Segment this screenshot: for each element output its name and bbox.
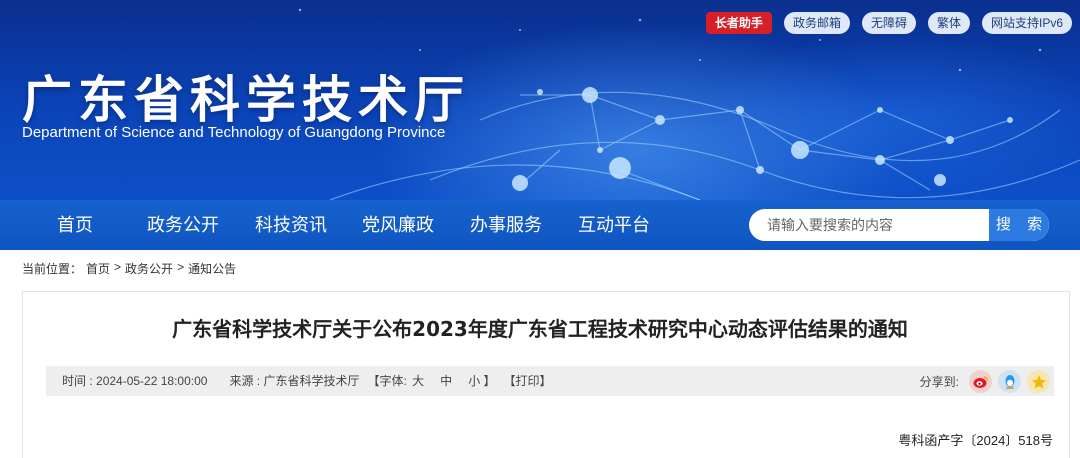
article-meta-bar: 时间 : 2024-05-22 18:00:00 来源 : 广东省科学技术厅 【…	[46, 366, 1054, 396]
share-group: 分享到:	[920, 370, 1050, 393]
nav-home[interactable]: 首页	[57, 200, 93, 250]
weibo-icon[interactable]	[969, 370, 992, 393]
search-button[interactable]: 搜 索	[989, 209, 1049, 241]
nav-party-integrity[interactable]: 党风廉政	[362, 200, 434, 250]
article-title: 广东省科学技术厅关于公布2023年度广东省工程技术研究中心动态评估结果的通知	[172, 317, 908, 341]
qzone-icon[interactable]	[1027, 370, 1050, 393]
qq-icon[interactable]	[998, 370, 1021, 393]
nav-gov-affairs[interactable]: 政务公开	[147, 200, 219, 250]
ipv6-support-badge[interactable]: 网站支持IPv6	[981, 12, 1072, 34]
top-links: 长者助手 政务邮箱 无障碍 繁体 网站支持IPv6	[705, 12, 1072, 34]
publish-time-label: 时间 :	[62, 374, 97, 388]
breadcrumb-separator: >	[177, 260, 185, 274]
nav-services[interactable]: 办事服务	[470, 200, 542, 250]
print-link[interactable]: 【打印】	[504, 366, 552, 396]
site-subtitle: Department of Science and Technology of …	[22, 124, 446, 141]
font-size-small[interactable]: 小	[468, 366, 480, 396]
breadcrumb-separator: >	[114, 260, 122, 274]
header-banner: 广东省科学技术厅 Department of Science and Techn…	[0, 0, 1080, 200]
source-value: 广东省科学技术厅	[263, 374, 360, 388]
search-input[interactable]	[749, 209, 989, 241]
document-number: 粤科函产字〔2024〕518号	[898, 433, 1053, 448]
publish-time: 2024-05-22 18:00:00	[96, 374, 208, 388]
search-box: 搜 索	[749, 209, 1049, 241]
elder-assistant-button[interactable]: 长者助手	[705, 12, 772, 34]
breadcrumb-gov-affairs[interactable]: 政务公开	[125, 260, 173, 277]
nav-tech-news[interactable]: 科技资讯	[255, 200, 327, 250]
traditional-chinese-link[interactable]: 繁体	[927, 12, 970, 34]
source-label: 来源 :	[229, 374, 264, 388]
font-size-medium[interactable]: 中	[440, 366, 452, 396]
accessibility-link[interactable]: 无障碍	[861, 12, 916, 34]
font-size-large[interactable]: 大	[412, 366, 424, 396]
font-size-label: 【字体:	[367, 374, 411, 388]
gov-mailbox-link[interactable]: 政务邮箱	[783, 12, 850, 34]
share-label: 分享到:	[919, 375, 959, 389]
breadcrumb-notices[interactable]: 通知公告	[188, 260, 236, 277]
breadcrumb-prefix: 当前位置：	[22, 262, 83, 276]
site-title: 广东省科学技术厅	[22, 71, 470, 129]
font-size-close: 】	[480, 374, 496, 388]
nav-interaction[interactable]: 互动平台	[578, 200, 650, 250]
breadcrumb-home[interactable]: 首页	[86, 260, 110, 277]
breadcrumb: 当前位置： 首页 > 政务公开 > 通知公告	[22, 260, 236, 277]
